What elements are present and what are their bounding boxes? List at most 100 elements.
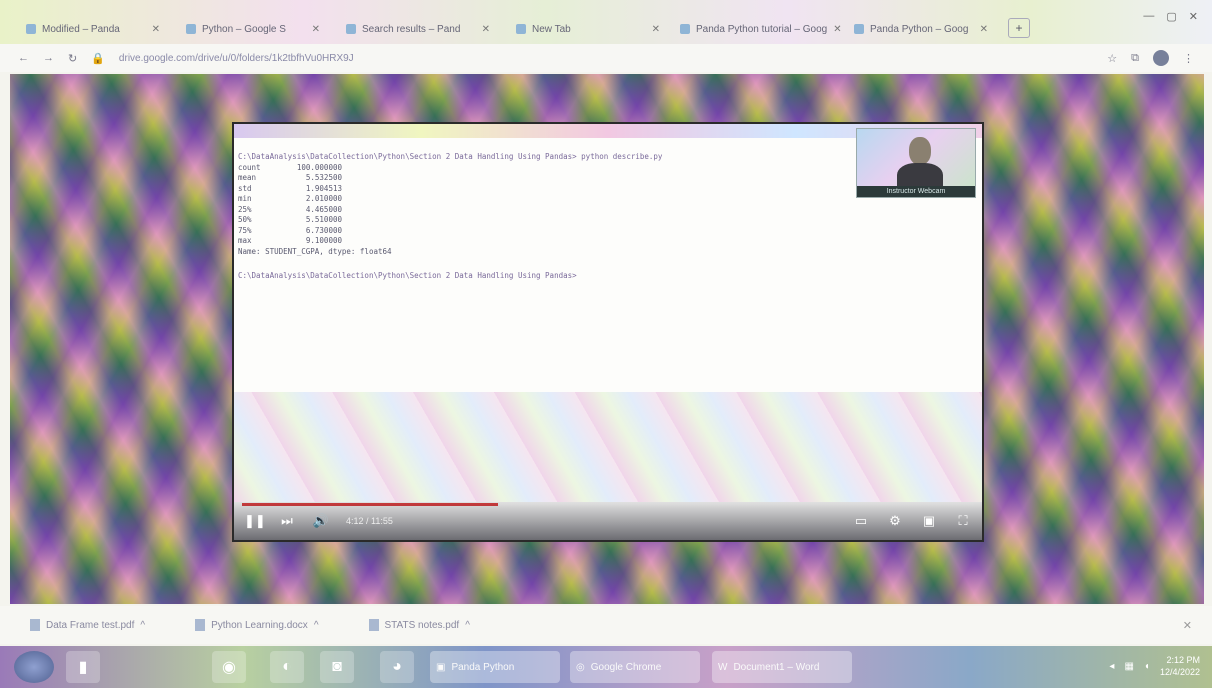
taskbar: ▮ ◉ ◐ ◙ ◕ ▣ Panda Python ◎ Google Chrome… <box>0 646 1212 688</box>
clock-date: 12/4/2022 <box>1159 667 1200 677</box>
tab-4[interactable]: New Tab ✕ <box>508 16 668 42</box>
close-tab-icon[interactable]: ✕ <box>312 24 320 35</box>
download-label: STATS notes.pdf <box>384 619 460 631</box>
download-label: Python Learning.docx <box>211 619 308 631</box>
window-controls: — ▢ ✕ <box>1143 10 1198 23</box>
terminal-row: 25% 4.465000 <box>238 204 342 214</box>
tab-5[interactable]: Panda Python tutorial – Goog ✕ <box>672 16 842 42</box>
file-icon <box>368 619 379 631</box>
lock-icon: 🔒 <box>91 52 105 65</box>
terminal-row: std 1.904513 <box>238 183 342 193</box>
taskbar-app-label: Panda Python <box>451 661 515 673</box>
settings-icon[interactable]: ⚙ <box>886 513 904 529</box>
terminal-row: min 2.010000 <box>238 194 342 203</box>
app-icon: ▣ <box>436 661 446 673</box>
file-icon <box>195 619 206 631</box>
terminal-output: C:\DataAnalysis\DataCollection\Python\Se… <box>238 152 662 282</box>
tab-6[interactable]: Panda Python – Goog ✕ <box>846 16 996 42</box>
screen-moire <box>234 392 982 502</box>
file-icon <box>30 619 40 631</box>
miniplayer-icon[interactable]: ▣ <box>920 513 938 529</box>
taskbar-app[interactable]: ▣ Panda Python <box>430 651 560 683</box>
profile-avatar[interactable] <box>1153 50 1169 66</box>
word-icon: W <box>718 661 728 673</box>
clock[interactable]: 2:12 PM 12/4/2022 <box>1160 654 1200 678</box>
volume-tray-icon[interactable]: ◖ <box>1144 661 1150 672</box>
back-icon[interactable]: ← <box>18 52 29 64</box>
tab-2[interactable]: Python – Google S ✕ <box>178 16 328 42</box>
webcam-caption: Instructor Webcam <box>857 186 975 197</box>
download-label: Data Frame test.pdf <box>46 619 135 631</box>
url-field[interactable]: drive.google.com/drive/u/0/folders/1k2tb… <box>119 53 354 64</box>
play-icon[interactable]: ❚❚ <box>244 513 266 529</box>
taskbar-app-label: Document1 – Word <box>733 661 820 673</box>
tab-label: New Tab <box>532 23 571 35</box>
reload-icon[interactable]: ↻ <box>68 52 77 65</box>
star-icon[interactable]: ☆ <box>1107 52 1117 65</box>
terminal-row: 75% 6.730000 <box>238 225 342 235</box>
close-tab-icon[interactable]: ✕ <box>980 24 988 35</box>
terminal-row: 50% 5.510000 <box>238 215 342 224</box>
taskbar-app[interactable]: W Document1 – Word <box>712 651 852 683</box>
download-item[interactable]: Data Frame test.pdf ^ <box>30 619 145 631</box>
tab-strip: Modified – Panda ✕ Python – Google S ✕ S… <box>0 0 1212 44</box>
chevron-up-icon[interactable]: ^ <box>314 620 319 631</box>
player-controls: ❚❚ ⏭ 🔊 4:12 / 11:55 ▭ ⚙ ▣ ⛶ <box>234 502 982 540</box>
terminal-prompt: C:\DataAnalysis\DataCollection\Python\Se… <box>238 271 577 280</box>
terminal-row: mean 5.532500 <box>238 173 342 182</box>
address-bar: ← → ↻ 🔒 drive.google.com/drive/u/0/folde… <box>0 44 1212 72</box>
forward-icon[interactable]: → <box>43 52 54 64</box>
tab-favicon <box>680 24 690 34</box>
close-tab-icon[interactable]: ✕ <box>652 24 660 35</box>
tab-label: Panda Python – Goog <box>870 23 969 35</box>
minimize-icon[interactable]: — <box>1143 10 1154 23</box>
video-player[interactable]: C:\DataAnalysis\DataCollection\Python\Se… <box>232 122 984 542</box>
terminal-row: max 9.100000 <box>238 236 342 245</box>
tab-label: Panda Python tutorial – Goog <box>696 23 828 35</box>
chevron-up-icon[interactable]: ^ <box>465 620 470 631</box>
media-player-icon[interactable]: ◉ <box>212 651 246 683</box>
tray-chevron-icon[interactable]: ◂ <box>1109 661 1114 672</box>
clock-time: 2:12 PM <box>1166 655 1200 665</box>
tab-favicon <box>186 24 196 34</box>
file-explorer-icon[interactable]: ▮ <box>66 651 100 683</box>
download-item[interactable]: STATS notes.pdf ^ <box>368 619 470 631</box>
app-icon[interactable]: ◕ <box>380 651 414 683</box>
menu-icon[interactable]: ⋮ <box>1183 52 1194 65</box>
fullscreen-icon[interactable]: ⛶ <box>954 513 972 529</box>
camera-icon[interactable]: ◙ <box>320 651 354 683</box>
taskbar-app-label: Google Chrome <box>590 661 662 673</box>
tab-favicon <box>26 24 36 34</box>
extensions-icon[interactable]: ⧉ <box>1131 52 1139 65</box>
system-tray: ◂ ▦ ◖ 2:12 PM 12/4/2022 <box>1109 654 1200 678</box>
close-downloads-icon[interactable]: ✕ <box>1183 619 1192 632</box>
toolbar-right: ☆ ⧉ ⋮ <box>1107 50 1194 66</box>
downloads-bar: Data Frame test.pdf ^ Python Learning.do… <box>0 606 1212 644</box>
start-button[interactable] <box>14 651 54 683</box>
tab-label: Search results – Pand <box>362 23 461 35</box>
volume-icon[interactable]: 🔊 <box>312 513 330 529</box>
chrome-icon: ◎ <box>576 661 585 673</box>
download-item[interactable]: Python Learning.docx ^ <box>195 619 319 631</box>
network-icon[interactable]: ▦ <box>1124 661 1133 672</box>
close-tab-icon[interactable]: ✕ <box>833 24 841 35</box>
maximize-icon[interactable]: ▢ <box>1166 10 1176 23</box>
tab-1[interactable]: Modified – Panda ✕ <box>18 16 168 42</box>
edge-icon[interactable]: ◐ <box>270 651 304 683</box>
tab-label: Python – Google S <box>202 23 286 35</box>
tab-favicon <box>854 24 864 34</box>
close-tab-icon[interactable]: ✕ <box>152 24 160 35</box>
subtitles-icon[interactable]: ▭ <box>852 513 870 529</box>
video-time: 4:12 / 11:55 <box>346 516 393 526</box>
tab-3[interactable]: Search results – Pand ✕ <box>338 16 498 42</box>
webcam-overlay: Instructor Webcam <box>856 128 976 198</box>
next-icon[interactable]: ⏭ <box>278 513 296 529</box>
taskbar-app[interactable]: ◎ Google Chrome <box>570 651 700 683</box>
chevron-up-icon[interactable]: ^ <box>140 620 145 631</box>
terminal-row: count 100.000000 <box>238 162 342 172</box>
tab-favicon <box>346 24 356 34</box>
terminal-footer: Name: STUDENT_CGPA, dtype: float64 <box>238 246 392 256</box>
new-tab-button[interactable]: + <box>1008 18 1030 38</box>
close-tab-icon[interactable]: ✕ <box>482 24 490 35</box>
close-window-icon[interactable]: ✕ <box>1189 10 1198 23</box>
